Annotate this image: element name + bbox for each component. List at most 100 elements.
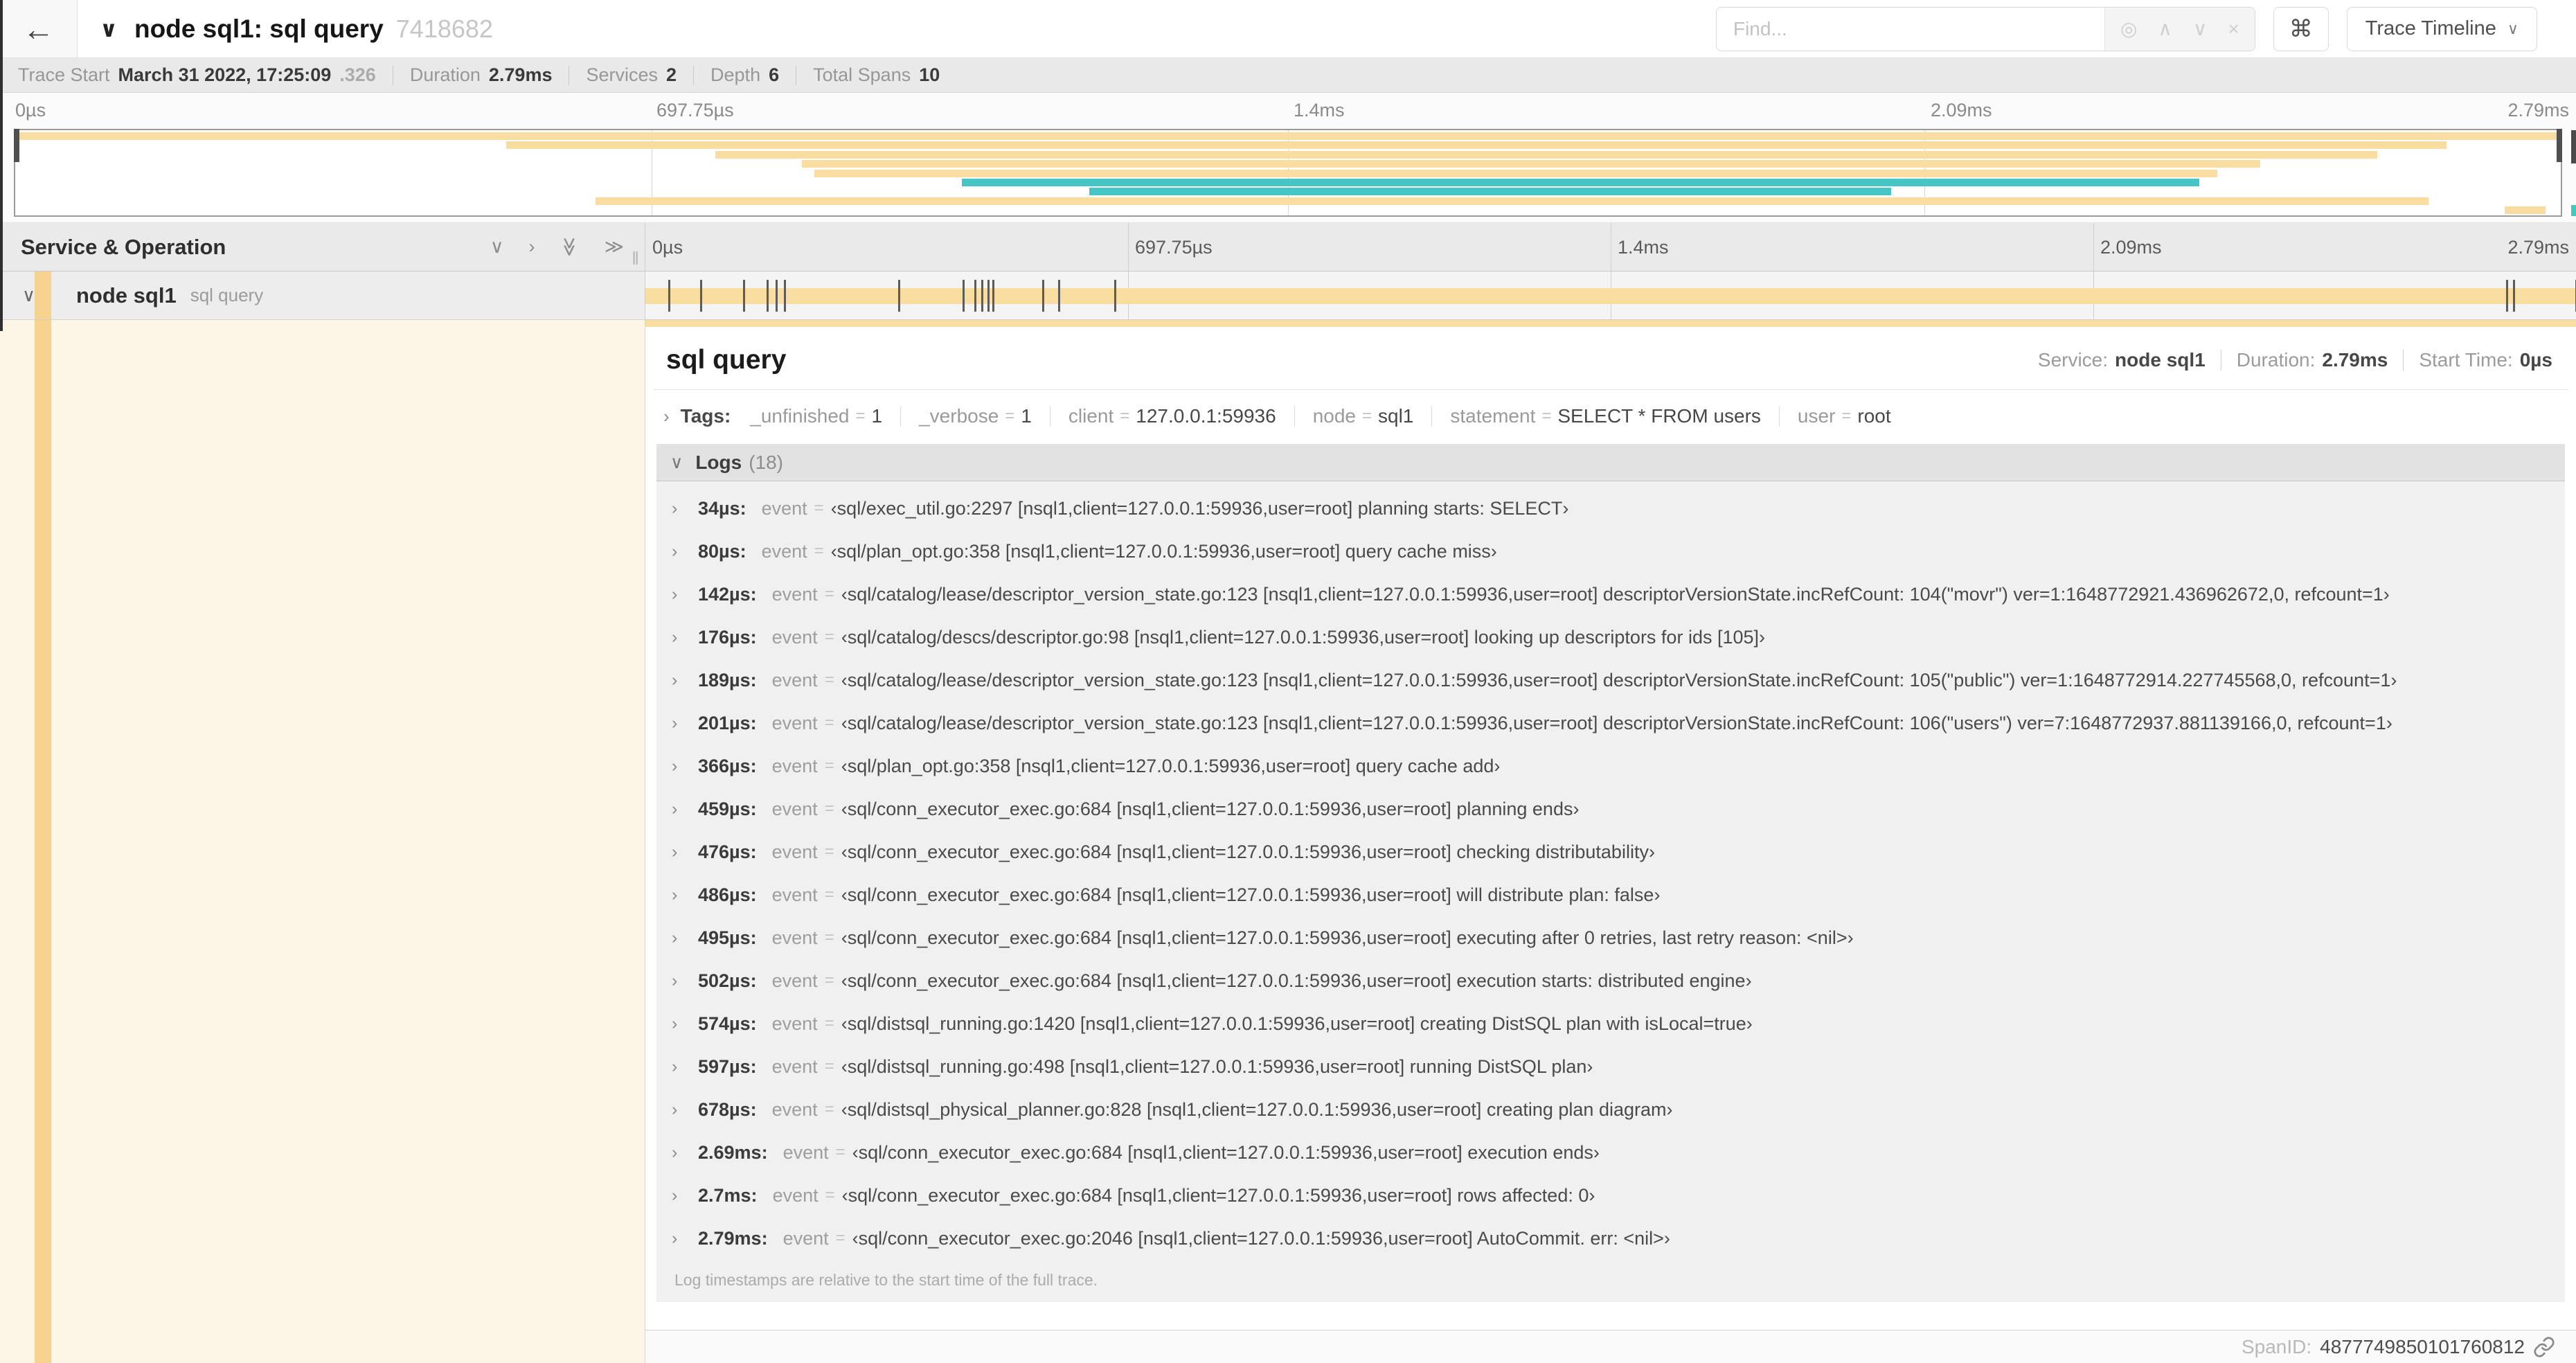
span-duration-bar[interactable] (645, 288, 2576, 304)
collapse-one-icon[interactable]: ∨ (490, 236, 504, 258)
log-tick-mark (992, 280, 994, 312)
log-entry[interactable]: › 459µs: event = ‹sql/conn_executor_exec… (656, 787, 2565, 830)
log-entry[interactable]: › 2.69ms: event = ‹sql/conn_executor_exe… (656, 1131, 2565, 1174)
minimap-right-scrubber[interactable] (2557, 129, 2562, 162)
span-timeline-cell (645, 271, 2576, 319)
log-field-value: ‹sql/catalog/lease/descriptor_version_st… (841, 712, 2392, 733)
right-edge-scrubber[interactable] (2571, 130, 2576, 163)
log-entry[interactable]: › 176µs: event = ‹sql/catalog/descs/desc… (656, 616, 2565, 659)
collapse-all-icon[interactable]: ≫ (559, 237, 580, 256)
column-resize-handle[interactable]: ‖ (632, 248, 639, 269)
expand-all-icon[interactable]: ≫ (605, 236, 624, 258)
tags-list: _unfinished = 1 _verbose = 1 client = 12… (750, 405, 1891, 427)
back-button[interactable]: ← (0, 0, 78, 57)
equals-sign: = (825, 1186, 835, 1204)
depth-label: Depth (710, 64, 761, 85)
log-timestamp: 486µs: (698, 884, 757, 905)
services-value: 2 (666, 64, 677, 85)
equals-sign: = (835, 1143, 846, 1161)
next-match-icon[interactable]: ∨ (2193, 17, 2208, 40)
equals-sign: = (1362, 407, 1372, 425)
log-tick-mark (897, 280, 900, 312)
log-field-key: event (771, 798, 818, 819)
tick-label-2: 1.4ms (1618, 237, 1669, 258)
chevron-right-icon: › (672, 756, 678, 776)
divider (1294, 406, 1295, 427)
minimap-span (1089, 188, 1892, 196)
log-entry[interactable]: › 80µs: event = ‹sql/plan_opt.go:358 [ns… (656, 530, 2565, 573)
tags-label: Tags: (680, 405, 731, 427)
find-input[interactable] (1716, 7, 2104, 51)
log-field-key: event (771, 841, 818, 862)
trace-start-fraction: .326 (339, 64, 376, 85)
log-field-key: event (771, 626, 818, 648)
divider (1431, 406, 1433, 427)
log-field-key: event (771, 1098, 818, 1120)
tags-accordion[interactable]: › Tags: _unfinished = 1 _verbose = 1 cli… (645, 390, 2576, 438)
log-entry[interactable]: › 486µs: event = ‹sql/conn_executor_exec… (656, 873, 2565, 916)
logs-header[interactable]: ∨ Logs (18) (656, 444, 2565, 481)
log-entry[interactable]: › 597µs: event = ‹sql/distsql_running.go… (656, 1045, 2565, 1088)
log-entry[interactable]: › 34µs: event = ‹sql/exec_util.go:2297 [… (656, 487, 2565, 530)
log-field-value: ‹sql/conn_executor_exec.go:684 [nsql1,cl… (841, 884, 1661, 905)
log-field-key: event (771, 712, 818, 733)
prev-match-icon[interactable]: ∧ (2158, 17, 2172, 40)
log-field-value: ‹sql/plan_opt.go:358 [nsql1,client=127.0… (841, 755, 1501, 776)
tag-value: root (1857, 405, 1891, 427)
tag-item: statement = SELECT * FROM users (1450, 405, 1761, 427)
log-entry[interactable]: › 366µs: event = ‹sql/plan_opt.go:358 [n… (656, 745, 2565, 787)
log-entry[interactable]: › 201µs: event = ‹sql/catalog/lease/desc… (656, 702, 2565, 745)
log-timestamp: 201µs: (698, 712, 757, 733)
top-header: ← ∨ node sql1: sql query 7418682 ◎ ∧ ∨ ×… (0, 0, 2576, 58)
chevron-right-icon: › (663, 405, 670, 427)
equals-sign: = (824, 627, 834, 646)
log-timestamp: 176µs: (698, 626, 757, 648)
equals-sign: = (824, 928, 834, 947)
minimap-span (596, 197, 2429, 205)
span-name-cell[interactable]: ∨ node sql1 sql query (0, 271, 645, 319)
log-entry[interactable]: › 142µs: event = ‹sql/catalog/lease/desc… (656, 573, 2565, 616)
keyboard-shortcuts-button[interactable]: ⌘ (2273, 6, 2329, 51)
log-entry[interactable]: › 189µs: event = ‹sql/catalog/lease/desc… (656, 659, 2565, 702)
log-entry[interactable]: › 678µs: event = ‹sql/distsql_physical_p… (656, 1088, 2565, 1131)
log-field-key: event (761, 497, 807, 519)
log-field-value: ‹sql/conn_executor_exec.go:684 [nsql1,cl… (841, 1184, 1595, 1206)
span-id-value: 4877749850101760812 (2320, 1335, 2525, 1357)
log-entry[interactable]: › 495µs: event = ‹sql/conn_executor_exec… (656, 916, 2565, 959)
link-icon[interactable] (2533, 1336, 2555, 1358)
tag-value: 127.0.0.1:59936 (1136, 405, 1276, 427)
log-entry[interactable]: › 476µs: event = ‹sql/conn_executor_exec… (656, 830, 2565, 873)
log-timestamp: 597µs: (698, 1055, 757, 1077)
service-label: Service: (2037, 349, 2109, 371)
expand-one-icon[interactable]: › (528, 236, 535, 258)
log-entry[interactable]: › 502µs: event = ‹sql/conn_executor_exec… (656, 959, 2565, 1002)
divider (693, 65, 695, 85)
service-operation-header: Service & Operation ∨ › ≫ ≫ ‖ (0, 223, 645, 271)
log-entry[interactable]: › 2.79ms: event = ‹sql/conn_executor_exe… (656, 1217, 2565, 1260)
log-field-key: event (782, 1227, 829, 1249)
view-selector-button[interactable]: Trace Timeline ∨ (2346, 6, 2537, 51)
detail-operation-title: sql query (666, 345, 787, 375)
minimap-span (506, 141, 2447, 150)
timeline-grid-header: Service & Operation ∨ › ≫ ≫ ‖ 0µs 697.75… (0, 223, 2576, 271)
minimap-canvas[interactable] (14, 129, 2562, 217)
log-field-key: event (771, 583, 818, 605)
log-entry[interactable]: › 2.7ms: event = ‹sql/conn_executor_exec… (656, 1174, 2565, 1217)
equals-sign: = (824, 1014, 834, 1033)
collapse-controls: ∨ › ≫ ≫ (490, 236, 624, 258)
log-timestamp: 80µs: (698, 540, 746, 562)
minimap-left-scrubber[interactable] (14, 129, 19, 162)
trace-collapse-toggle[interactable]: ∨ (100, 16, 118, 42)
tag-key: client (1068, 405, 1114, 427)
focus-match-icon[interactable]: ◎ (2120, 17, 2137, 40)
log-entry[interactable]: › 574µs: event = ‹sql/distsql_running.go… (656, 1002, 2565, 1045)
chevron-down-icon[interactable]: ∨ (22, 285, 35, 306)
span-row: ∨ node sql1 sql query (0, 271, 2576, 320)
log-field-value: ‹sql/catalog/lease/descriptor_version_st… (841, 669, 2397, 691)
equals-sign: = (824, 1100, 834, 1119)
back-arrow-icon: ← (22, 10, 55, 47)
clear-search-icon[interactable]: × (2228, 18, 2239, 40)
duration-value: 2.79ms (2322, 349, 2388, 371)
span-detail-area: sql query Service: node sql1 Duration: 2… (0, 320, 2576, 1363)
right-edge-span-fragment (2571, 205, 2576, 216)
